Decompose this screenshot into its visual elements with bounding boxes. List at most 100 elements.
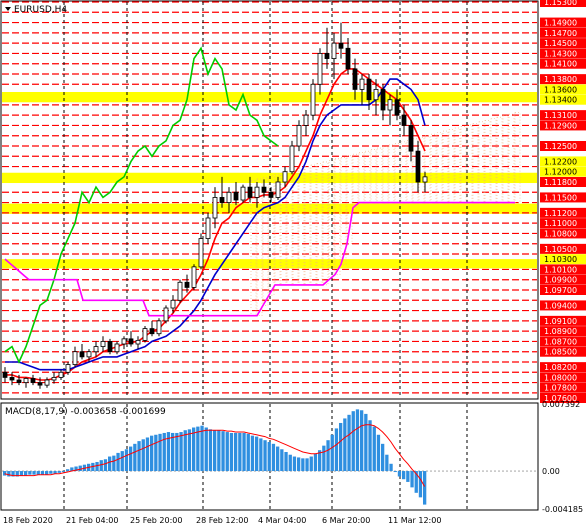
candle-body (268, 191, 274, 198)
macd-bar (36, 471, 40, 475)
macd-bar (259, 438, 263, 472)
candle-body (86, 351, 92, 358)
macd-bar (99, 460, 103, 472)
price-tick-label: 1.09900 (544, 276, 577, 285)
macd-bar (57, 471, 61, 473)
price-tick-label: 1.13600 (544, 85, 577, 94)
macd-bar (284, 451, 288, 472)
macd-bar (385, 454, 389, 472)
macd-bar (208, 429, 213, 472)
price-tick-label: 1.08200 (544, 363, 577, 372)
macd-bar (334, 428, 339, 472)
candle-body (23, 378, 29, 383)
macd-bar (418, 471, 423, 498)
time-tick-label: 21 Feb 04:00 (66, 516, 118, 525)
macd-bar (40, 471, 45, 475)
candle-body (135, 339, 141, 345)
macd-tick-label: -0.004185 (542, 505, 583, 514)
time-tick-label: 4 Mar 04:00 (258, 516, 306, 525)
candle-body (296, 125, 302, 147)
candle-body (9, 377, 15, 381)
price-tick-label: 1.09100 (544, 317, 577, 326)
chart-root: 1.15300 1.149001.147001.145001.14300 1.141… (0, 0, 586, 530)
time-tick-label: 18 Feb 2020 (3, 516, 53, 525)
candle-body (366, 78, 372, 101)
price-tick-label: 1.09700 (544, 286, 577, 295)
candle-body (156, 320, 162, 335)
candle-body (359, 78, 365, 90)
macd-bar (339, 422, 343, 472)
macd-bar (32, 471, 36, 475)
candle-body (72, 351, 78, 365)
macd-bar (61, 471, 66, 473)
macd-bar (28, 471, 32, 475)
price-tick-label: 1.08000 (544, 373, 577, 382)
candle-body (422, 176, 428, 183)
price-tick-label: 1.09400 (544, 301, 577, 310)
macd-bar (78, 465, 82, 472)
macd-bar (376, 434, 381, 472)
price-tick-label: 1.14700 (544, 29, 577, 38)
candle-body (170, 299, 176, 309)
macd-bar (301, 458, 305, 472)
macd-bar (397, 471, 402, 477)
price-tick-label: 1.11500 (544, 193, 577, 202)
macd-bar (66, 469, 70, 472)
price-tick-label: 1.10800 (544, 229, 577, 238)
candle-body (394, 99, 400, 116)
macd-bar (7, 471, 11, 477)
macd-bar (305, 458, 309, 472)
candle-body (65, 364, 71, 373)
candle-body (275, 181, 281, 198)
candle-body (177, 281, 183, 301)
candle-body (212, 197, 218, 219)
macd-bar (175, 432, 179, 472)
macd-tick-label: 0.00 (542, 467, 560, 476)
price-tick-label: 1.11800 (544, 178, 577, 187)
candle-body (310, 83, 316, 116)
price-axis: 1.15300 1.149001.147001.145001.14300 1.141… (540, 0, 586, 403)
candle-body (114, 343, 120, 353)
price-panel: 1.15300 1.149001.147001.145001.14300 1.141… (0, 0, 586, 403)
candle-body (30, 378, 36, 383)
macd-bar (192, 427, 196, 472)
candle-body (254, 186, 260, 198)
macd-bar (200, 425, 204, 472)
macd-bar (389, 463, 393, 472)
candle-body (247, 186, 253, 198)
candle-body (58, 371, 64, 378)
price-tick-label: 1.10100 (544, 265, 577, 274)
price-tick-label: 1.14900 (544, 19, 577, 28)
time-tick-label: 6 Mar 20:00 (322, 516, 370, 525)
macd-bar (313, 453, 318, 472)
macd-bar (271, 443, 276, 472)
macd-bar (234, 432, 238, 472)
macd-bar (330, 434, 334, 472)
symbol-title: EURUSD,H4 (5, 5, 67, 15)
macd-bar (196, 426, 200, 472)
time-tick-label: 28 Feb 12:00 (196, 516, 248, 525)
candle-body (149, 328, 155, 335)
candle-body (380, 89, 386, 111)
macd-bar (49, 471, 53, 474)
macd-bar (238, 432, 242, 472)
macd-bar (326, 440, 330, 472)
candle-body (93, 346, 99, 353)
macd-bar (250, 435, 255, 472)
price-tick-label: 1.13800 (544, 75, 577, 84)
macd-bar (242, 432, 246, 472)
price-tick-label: 1.12500 (544, 142, 577, 151)
candle-body (289, 145, 295, 173)
candle-body (163, 307, 169, 322)
macd-bar (171, 432, 175, 472)
candle-body (37, 382, 43, 386)
price-tick-label: 1.14100 (544, 60, 577, 69)
macd-bar (19, 471, 24, 476)
candle-body (51, 377, 57, 381)
price-tick-label: 1.08500 (544, 348, 577, 357)
macd-bar (112, 455, 116, 472)
price-tick-label: 1.07800 (544, 384, 577, 393)
candle-body (282, 171, 288, 183)
candle-body (331, 42, 337, 59)
price-tick-label: 1.11200 (544, 209, 577, 218)
